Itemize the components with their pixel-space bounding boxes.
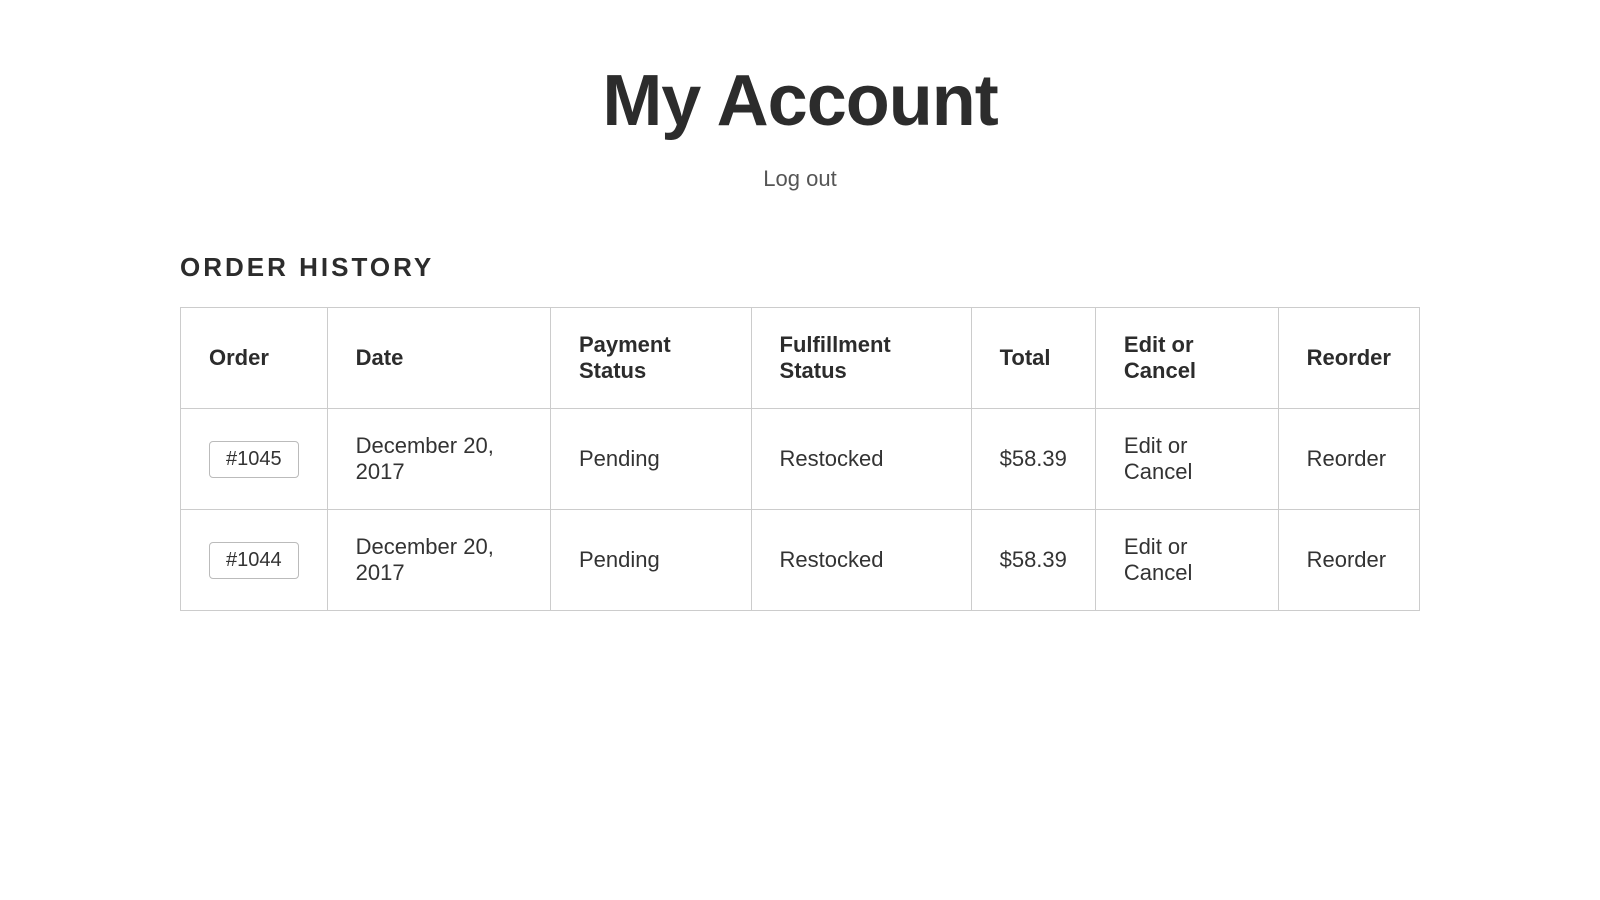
page-container: My Account Log out ORDER HISTORY Order D… xyxy=(100,0,1500,671)
col-header-edit-cancel: Edit or Cancel xyxy=(1095,308,1278,409)
table-body: #1045 December 20, 2017 Pending Restocke… xyxy=(181,409,1420,611)
order-table: Order Date Payment Status Fulfillment St… xyxy=(180,307,1420,611)
col-header-date: Date xyxy=(327,308,550,409)
cell-payment-status-0: Pending xyxy=(550,409,751,510)
cell-edit-cancel-0[interactable]: Edit or Cancel xyxy=(1095,409,1278,510)
cell-total-1: $58.39 xyxy=(971,510,1095,611)
cell-date-0: December 20, 2017 xyxy=(327,409,550,510)
col-header-fulfillment-status: Fulfillment Status xyxy=(751,308,971,409)
page-title: My Account xyxy=(180,60,1420,142)
order-history-title: ORDER HISTORY xyxy=(180,252,1420,283)
table-row: #1044 December 20, 2017 Pending Restocke… xyxy=(181,510,1420,611)
cell-date-1: December 20, 2017 xyxy=(327,510,550,611)
cell-order-number-0: #1045 xyxy=(181,409,328,510)
cell-edit-cancel-1[interactable]: Edit or Cancel xyxy=(1095,510,1278,611)
cell-reorder-0[interactable]: Reorder xyxy=(1278,409,1419,510)
cell-fulfillment-status-0: Restocked xyxy=(751,409,971,510)
table-header: Order Date Payment Status Fulfillment St… xyxy=(181,308,1420,409)
edit-cancel-link-0[interactable]: Edit or Cancel xyxy=(1124,433,1192,484)
order-history-section: ORDER HISTORY Order Date Payment Status … xyxy=(180,252,1420,611)
col-header-order: Order xyxy=(181,308,328,409)
col-header-reorder: Reorder xyxy=(1278,308,1419,409)
order-number-badge-1[interactable]: #1044 xyxy=(209,542,299,579)
col-header-payment-status: Payment Status xyxy=(550,308,751,409)
cell-payment-status-1: Pending xyxy=(550,510,751,611)
col-header-total: Total xyxy=(971,308,1095,409)
page-header: My Account Log out xyxy=(180,60,1420,192)
reorder-link-0[interactable]: Reorder xyxy=(1307,446,1386,471)
logout-link[interactable]: Log out xyxy=(763,166,836,191)
table-row: #1045 December 20, 2017 Pending Restocke… xyxy=(181,409,1420,510)
table-header-row: Order Date Payment Status Fulfillment St… xyxy=(181,308,1420,409)
order-number-badge-0[interactable]: #1045 xyxy=(209,441,299,478)
cell-reorder-1[interactable]: Reorder xyxy=(1278,510,1419,611)
cell-fulfillment-status-1: Restocked xyxy=(751,510,971,611)
edit-cancel-link-1[interactable]: Edit or Cancel xyxy=(1124,534,1192,585)
cell-order-number-1: #1044 xyxy=(181,510,328,611)
reorder-link-1[interactable]: Reorder xyxy=(1307,547,1386,572)
cell-total-0: $58.39 xyxy=(971,409,1095,510)
